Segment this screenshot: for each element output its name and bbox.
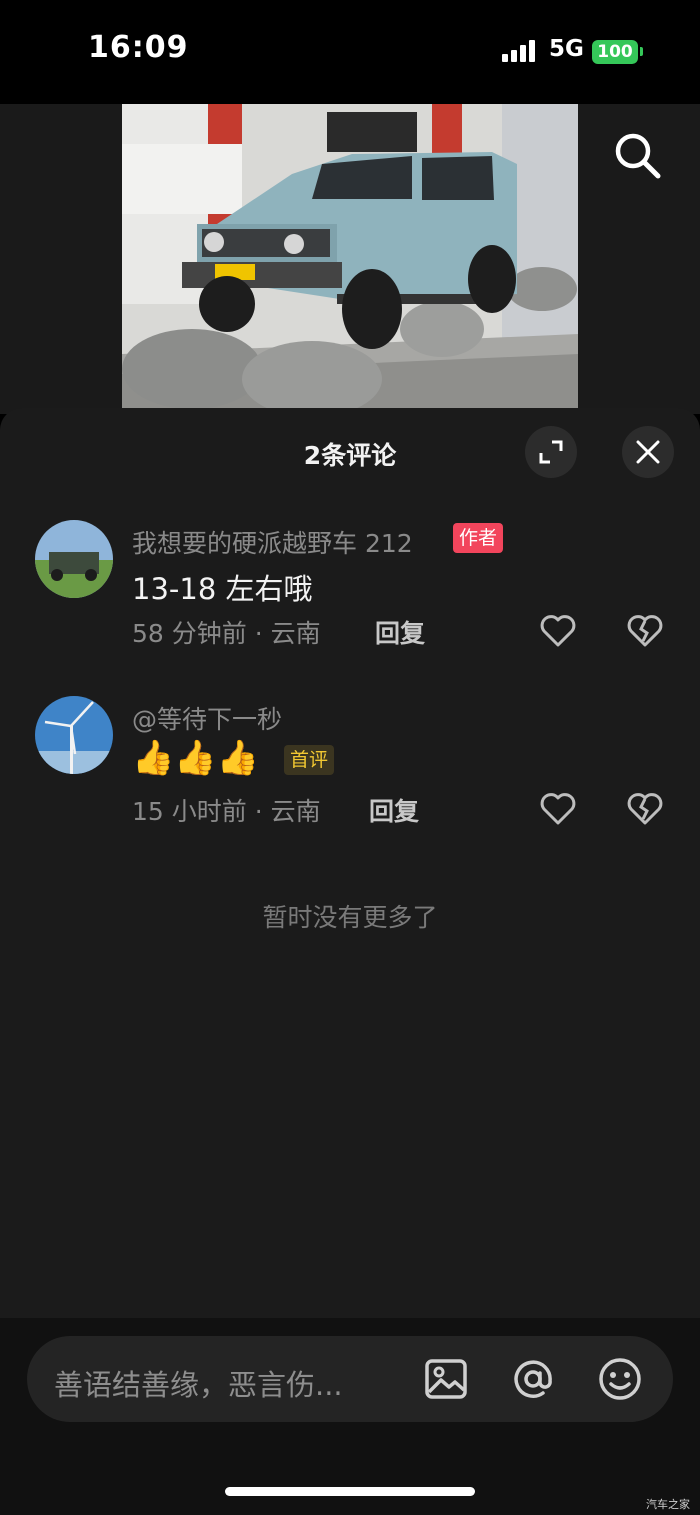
avatar-image bbox=[35, 696, 113, 774]
comment-count-title: 2条评论 bbox=[303, 441, 397, 470]
comment-author-name[interactable]: 我想要的硬派越野车 212 bbox=[132, 524, 413, 560]
dislike-button[interactable] bbox=[625, 610, 665, 650]
search-button[interactable] bbox=[610, 128, 664, 182]
emoji-button[interactable] bbox=[597, 1356, 643, 1402]
comment-text: 👍👍👍 bbox=[132, 738, 259, 778]
mention-button[interactable] bbox=[510, 1356, 556, 1402]
expand-icon bbox=[539, 440, 563, 464]
comment-input-bar: 善语结善缘，恶言伤... bbox=[0, 1318, 700, 1515]
reply-button[interactable]: 回复 bbox=[375, 614, 425, 650]
broken-heart-icon bbox=[627, 615, 663, 647]
heart-icon bbox=[540, 793, 576, 825]
like-button[interactable] bbox=[538, 788, 578, 828]
corner-watermark: 汽车之家 bbox=[646, 1498, 690, 1511]
at-icon bbox=[514, 1360, 552, 1398]
dislike-button[interactable] bbox=[625, 788, 665, 828]
reply-button[interactable]: 回复 bbox=[369, 792, 419, 828]
comment-text: 13-18 左右哦 bbox=[132, 572, 313, 606]
video-player[interactable] bbox=[0, 104, 700, 414]
heart-icon bbox=[540, 615, 576, 647]
avatar[interactable] bbox=[35, 520, 113, 598]
no-more-text: 暂时没有更多了 bbox=[262, 903, 438, 932]
comment-meta: 15 小时前 · 云南 bbox=[132, 797, 321, 826]
comment-sheet: 2条评论 我想要的硬派越野车 212 作者 13-18 左右哦 58 分钟前 ·… bbox=[0, 408, 700, 1318]
comment-item: @等待下一秒 👍👍👍 首评 15 小时前 · 云南 回复 bbox=[0, 696, 700, 846]
status-bar: 16:09 5G 100 bbox=[0, 0, 700, 104]
close-icon bbox=[636, 440, 660, 464]
expand-button[interactable] bbox=[525, 426, 577, 478]
comment-item: 我想要的硬派越野车 212 作者 13-18 左右哦 58 分钟前 · 云南 回… bbox=[0, 520, 700, 670]
video-thumbnail[interactable] bbox=[122, 104, 578, 408]
author-badge: 作者 bbox=[453, 523, 504, 553]
home-indicator[interactable] bbox=[225, 1487, 475, 1496]
comment-input-placeholder: 善语结善缘，恶言伤... bbox=[54, 1368, 343, 1402]
first-comment-badge: 首评 bbox=[284, 745, 335, 775]
avatar[interactable] bbox=[35, 696, 113, 774]
avatar-image bbox=[35, 520, 113, 598]
emoji-icon bbox=[599, 1358, 641, 1400]
image-icon bbox=[425, 1359, 467, 1399]
comment-author-name[interactable]: @等待下一秒 bbox=[132, 700, 282, 736]
cellular-signal-icon bbox=[502, 40, 538, 62]
suv-photo bbox=[122, 104, 578, 408]
comment-meta: 58 分钟前 · 云南 bbox=[132, 619, 321, 648]
image-button[interactable] bbox=[423, 1356, 469, 1402]
comment-input[interactable]: 善语结善缘，恶言伤... bbox=[27, 1336, 673, 1422]
search-icon bbox=[615, 133, 661, 179]
battery-tip bbox=[640, 47, 643, 56]
close-button[interactable] bbox=[622, 426, 674, 478]
thumbs-up-emojis: 👍👍👍 bbox=[132, 738, 260, 778]
status-time: 16:09 bbox=[88, 30, 189, 65]
network-type: 5G bbox=[549, 36, 584, 62]
battery-icon: 100 bbox=[592, 40, 638, 64]
like-button[interactable] bbox=[538, 610, 578, 650]
broken-heart-icon bbox=[627, 793, 663, 825]
